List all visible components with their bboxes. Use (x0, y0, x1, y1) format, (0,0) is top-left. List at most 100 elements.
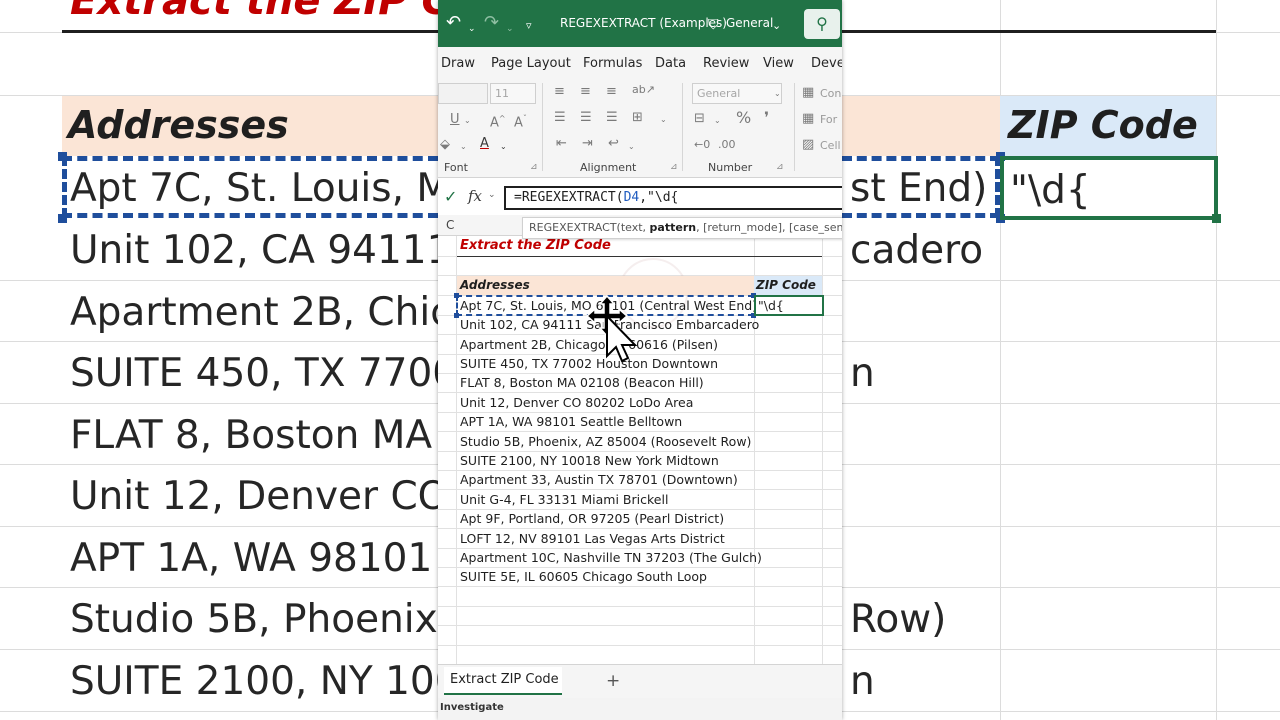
tab-developer[interactable]: Devel (811, 56, 842, 71)
sheet-tab-extract-zip[interactable]: Extract ZIP Code (444, 667, 562, 695)
address-cell[interactable]: FLAT 8, Boston MA 02108 (Beacon Hill) (460, 375, 704, 390)
address-cell[interactable]: Unit 12, Denver CO 80202 LoDo Area (460, 395, 693, 410)
header-addresses[interactable]: Addresses (460, 278, 530, 292)
align-left-icon[interactable]: ☰ (554, 110, 566, 126)
align-middle-icon[interactable]: ≡ (580, 84, 591, 100)
format-as-table-label[interactable]: For (820, 112, 837, 128)
increase-indent-icon[interactable]: ⇥ (582, 136, 593, 152)
formula-prefix: =REGEXEXTRACT( (514, 190, 624, 205)
format-as-table-icon[interactable]: ▦ (802, 111, 814, 127)
tab-view[interactable]: View (763, 56, 794, 71)
status-investigate[interactable]: Investigate (440, 702, 504, 713)
number-format-dropdown-icon[interactable]: ⌄ (774, 86, 781, 102)
address-cell[interactable]: Apartment 10C, Nashville TN 37203 (The G… (460, 550, 762, 565)
sheet-tab-bar: Extract ZIP Code + (438, 664, 842, 698)
column-header-c[interactable]: C (446, 218, 454, 232)
fill-color-icon[interactable]: ⬙ (440, 137, 450, 153)
orientation-icon[interactable]: ab↗ (632, 82, 655, 98)
redo-icon[interactable]: ↷ (484, 12, 499, 34)
tab-formulas[interactable]: Formulas (583, 56, 642, 71)
tooltip-end: , [return_mode], [case_sensitivity]) (696, 221, 842, 234)
gridline (438, 586, 842, 587)
number-format-value: General (697, 87, 741, 100)
undo-dropdown-icon[interactable]: ⌄ (468, 18, 476, 40)
gridline (438, 373, 842, 374)
merge-dropdown-icon[interactable]: ⌄ (660, 112, 667, 128)
number-launcher-icon[interactable]: ⊿ (776, 162, 784, 172)
fill-color-dropdown-icon[interactable]: ⌄ (460, 139, 467, 155)
tab-page-layout[interactable]: Page Layout (491, 56, 571, 71)
formula-bar-dropdown-icon[interactable]: ⌄ (488, 190, 496, 200)
bg-row: Unit 102, CA 94111 (70, 228, 452, 273)
sensitivity-label[interactable]: General (726, 16, 773, 30)
address-cell[interactable]: Apt 9F, Portland, OR 97205 (Pearl Distri… (460, 511, 724, 526)
address-cell[interactable]: LOFT 12, NV 89101 Las Vegas Arts Distric… (460, 531, 725, 546)
chevron-down-icon[interactable]: ⌄ (772, 15, 781, 37)
worksheet-grid[interactable]: Extract the ZIP Code Addresses ZIP Code … (438, 236, 842, 664)
currency-icon[interactable]: ⊟ (694, 111, 705, 127)
cell-styles-icon[interactable]: ▨ (802, 137, 814, 153)
underline-dropdown-icon[interactable]: ⌄ (464, 113, 471, 129)
font-name-box[interactable] (438, 83, 488, 104)
add-sheet-icon[interactable]: + (606, 671, 620, 691)
address-cell[interactable]: Apartment 33, Austin TX 78701 (Downtown) (460, 472, 738, 487)
address-cell[interactable]: Studio 5B, Phoenix, AZ 85004 (Roosevelt … (460, 434, 751, 449)
gridline (438, 489, 842, 490)
decrease-indent-icon[interactable]: ⇤ (556, 136, 567, 152)
font-size-box[interactable]: 11 (490, 83, 536, 104)
decrease-font-icon[interactable]: Aˇ (514, 111, 527, 131)
gridline (438, 412, 842, 413)
comma-style-icon[interactable]: ❜ (764, 110, 769, 126)
header-zip-code[interactable]: ZIP Code (756, 278, 816, 292)
redo-dropdown-icon[interactable]: ⌄ (506, 18, 514, 40)
merge-center-icon[interactable]: ⊞ (632, 110, 643, 126)
align-center-icon[interactable]: ☰ (580, 110, 592, 126)
formula-reference: D4 (623, 190, 640, 205)
customize-qat-icon[interactable]: ▿ (526, 15, 532, 37)
shield-icon[interactable]: ⛉ (708, 14, 719, 36)
bg-header-zip: ZIP Code (1008, 103, 1198, 147)
insert-function-icon[interactable]: fx (468, 187, 482, 205)
address-cell[interactable]: APT 1A, WA 98101 Seattle Belltown (460, 414, 682, 429)
alignment-launcher-icon[interactable]: ⊿ (670, 162, 678, 172)
cell-styles-label[interactable]: Cell (820, 138, 841, 154)
reference-handle[interactable] (454, 313, 459, 318)
percent-icon[interactable]: % (736, 110, 751, 126)
address-cell[interactable]: Unit G-4, FL 33131 Miami Brickell (460, 492, 668, 507)
tab-data[interactable]: Data (655, 56, 686, 71)
gridline (438, 392, 842, 393)
font-color-icon[interactable]: A (480, 136, 489, 152)
bg-header-fill (842, 96, 1000, 156)
wrap-text-icon[interactable]: ↩ (608, 136, 619, 152)
conditional-format-label[interactable]: Con (820, 86, 841, 102)
bg-handle (58, 152, 67, 161)
gridline (438, 528, 842, 529)
search-icon: ⚲ (816, 14, 828, 33)
address-cell[interactable]: SUITE 2100, NY 10018 New York Midtown (460, 453, 719, 468)
enter-check-icon[interactable]: ✓ (444, 187, 457, 206)
conditional-format-icon[interactable]: ▦ (802, 85, 814, 101)
group-separator (794, 83, 795, 171)
font-color-dropdown-icon[interactable]: ⌄ (500, 139, 507, 155)
undo-icon[interactable]: ↶ (446, 12, 461, 34)
group-separator (682, 83, 683, 171)
reference-handle[interactable] (454, 293, 459, 298)
underline-icon[interactable]: U (450, 112, 460, 128)
formula-input[interactable]: =REGEXEXTRACT(D4,"\d{ (504, 186, 842, 210)
font-launcher-icon[interactable]: ⊿ (530, 162, 538, 172)
currency-dropdown-icon[interactable]: ⌄ (714, 113, 721, 129)
sheet-tab-label: Extract ZIP Code (450, 672, 559, 687)
increase-decimal-icon[interactable]: ←0 (694, 137, 710, 153)
tab-review[interactable]: Review (703, 56, 749, 71)
address-cell[interactable]: SUITE 5E, IL 60605 Chicago South Loop (460, 569, 707, 584)
bg-row: Unit 12, Denver CO (70, 474, 449, 519)
align-right-icon[interactable]: ☰ (606, 110, 618, 126)
wrap-dropdown-icon[interactable]: ⌄ (628, 139, 635, 155)
tab-draw[interactable]: Draw (441, 56, 475, 71)
align-bottom-icon[interactable]: ≡ (606, 84, 617, 100)
decrease-decimal-icon[interactable]: .00 (718, 137, 736, 153)
align-top-icon[interactable]: ≡ (554, 84, 565, 100)
number-format-box[interactable]: General (692, 83, 782, 104)
search-button[interactable]: ⚲ (804, 9, 840, 39)
increase-font-icon[interactable]: A^ (490, 111, 506, 131)
